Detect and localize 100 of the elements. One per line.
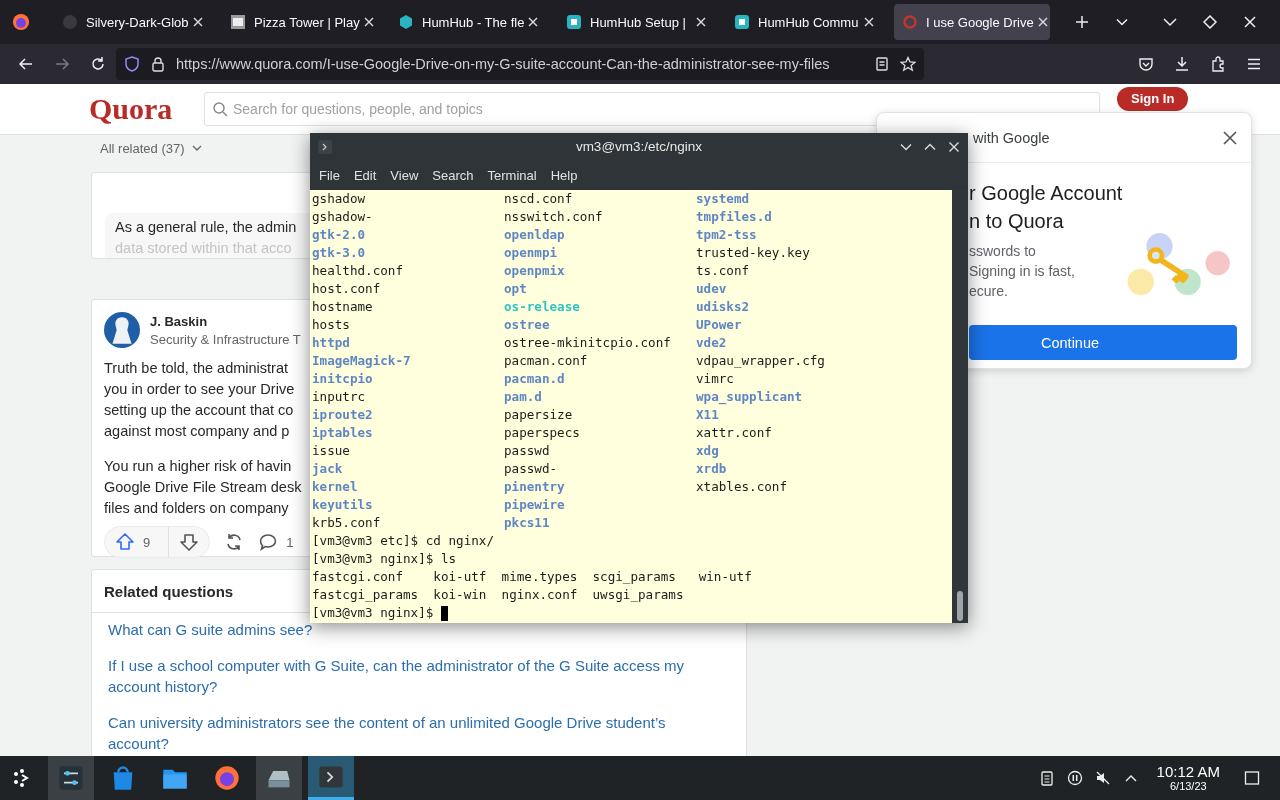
taskbar-app[interactable]	[48, 756, 94, 800]
browser-tab[interactable]: HumHub Setup |	[558, 4, 714, 40]
extensions-icon[interactable]	[1210, 56, 1226, 72]
show-desktop-icon[interactable]	[1244, 770, 1260, 786]
download-icon[interactable]	[1174, 56, 1190, 72]
file-name: hostname	[312, 298, 374, 316]
pause-icon[interactable]	[1066, 770, 1083, 786]
reader-icon[interactable]	[874, 56, 890, 72]
menu-item[interactable]: Search	[425, 167, 481, 183]
minimize-icon[interactable]	[1163, 15, 1177, 29]
file-name: fastcgi_params	[312, 586, 419, 604]
browser-tab[interactable]: HumHub - The fle	[390, 4, 546, 40]
lock-icon	[150, 56, 166, 72]
avatar-icon[interactable]	[104, 312, 140, 348]
file-name: pipewire	[504, 496, 566, 514]
comment-button[interactable]: 1	[258, 532, 294, 552]
file-name: papersize	[504, 406, 574, 424]
favicon-icon	[230, 14, 246, 30]
file-name: scgi_params	[592, 568, 677, 586]
continue-button[interactable]: Continue	[969, 325, 1237, 360]
answer-paragraph: You run a higher risk of havin Google Drive File Stream desk files and folders on company	[104, 457, 302, 518]
file-name: hosts	[312, 316, 351, 334]
file-name: paperspecs	[504, 424, 581, 442]
search-icon	[212, 101, 228, 117]
question-link[interactable]: What can G suite admins see?	[108, 619, 730, 640]
text-cursor	[440, 605, 448, 621]
menu-item[interactable]: Edit	[346, 167, 384, 183]
reload-icon[interactable]	[90, 56, 106, 72]
file-name: httpd	[312, 334, 351, 352]
file-name: ts.conf	[696, 262, 751, 280]
file-name: initcpio	[312, 370, 374, 388]
file-name: passwd	[504, 442, 551, 460]
command-line: [vm3@vm3 nginx]$ ls	[312, 550, 457, 568]
clock-date[interactable]: 6/13/23	[1169, 780, 1207, 793]
file-name: nscd.conf	[504, 190, 574, 208]
file-name: openldap	[504, 226, 566, 244]
file-name: keyutils	[312, 496, 374, 514]
file-name: UPower	[696, 316, 743, 334]
file-name: trusted-key.key	[696, 244, 811, 262]
browser-tab[interactable]: I use Google Drive	[894, 4, 1050, 40]
menu-item[interactable]: File	[312, 167, 347, 183]
browser-tab[interactable]: Silvery-Dark-Glob	[54, 4, 210, 40]
file-name: wpa_supplicant	[696, 388, 804, 406]
file-name: fastcgi.conf	[312, 568, 404, 586]
upvote-button[interactable]: 9	[115, 532, 151, 552]
file-name: xattr.conf	[696, 424, 773, 442]
file-name: koi-win	[433, 586, 487, 604]
clipboard-icon[interactable]	[1038, 770, 1055, 786]
menu-item[interactable]: View	[383, 167, 426, 183]
file-name: pacman.conf	[504, 352, 589, 370]
taskbar-app[interactable]	[256, 756, 302, 800]
file-name: os-release	[504, 298, 581, 316]
author-credential: Security & Infrastructure T	[150, 331, 301, 347]
file-name: inputrc	[312, 388, 367, 406]
file-name: gshadow-	[312, 208, 374, 226]
file-name: openpmix	[504, 262, 566, 280]
clock-time[interactable]: 10:12 AM	[1156, 763, 1220, 780]
favicon-icon	[902, 14, 918, 30]
firefox-icon	[213, 764, 241, 792]
dialog-heading: n to Quora	[969, 209, 1065, 234]
scrollbar[interactable]	[952, 190, 968, 623]
menu-item[interactable]: Terminal	[480, 167, 544, 183]
star-icon[interactable]	[900, 56, 916, 72]
command-line: [vm3@vm3 etc]$ cd nginx/	[312, 532, 494, 550]
firefox-icon[interactable]	[12, 13, 30, 31]
muted-speaker-icon[interactable]	[1094, 770, 1111, 786]
url-field[interactable]: https://www.quora.com/I-use-Google-Drive-on-my-G-suite-account-Can-the-administrator-see-my-files	[116, 48, 924, 80]
prompt: [vm3@vm3 nginx]$	[312, 604, 434, 622]
downvote-icon[interactable]	[179, 532, 200, 552]
file-name: vdpau_wrapper.cfg	[696, 352, 826, 370]
file-name: udisks2	[696, 298, 751, 316]
search-field[interactable]: Search for questions, people, and topics	[204, 92, 1100, 126]
file-name: gtk-2.0	[312, 226, 367, 244]
browser-tab[interactable]: HumHub Commu	[726, 4, 882, 40]
filter-dropdown[interactable]: All related (37)	[91, 135, 203, 161]
file-name: iptables	[312, 424, 374, 442]
quora-logo[interactable]: Quora	[89, 92, 204, 126]
close-icon[interactable]	[1223, 130, 1237, 145]
menu-item[interactable]: Help	[543, 167, 585, 183]
sign-in-button[interactable]: Sign In	[1117, 87, 1189, 111]
terminal-icon[interactable]	[318, 139, 332, 154]
pocket-icon[interactable]	[1138, 56, 1154, 72]
plus-icon[interactable]	[1075, 15, 1089, 29]
maximize-icon[interactable]	[1203, 15, 1217, 29]
window-title: vm3@vm3:/etc/nginx	[575, 139, 703, 154]
question-link[interactable]: Can university administrators see the content of an unlimited Google Drive student’s account?	[108, 712, 730, 754]
back-icon[interactable]	[18, 56, 34, 72]
author-name[interactable]: J. Baskin	[150, 313, 208, 329]
file-name: mime.types	[501, 568, 578, 586]
menu-icon[interactable]	[1246, 56, 1262, 72]
question-link[interactable]: If I use a school computer with G Suite, can the administrator of the G Suite access my account history?	[108, 655, 730, 697]
file-name: tmpfiles.d	[696, 208, 773, 226]
file-name: X11	[696, 406, 720, 424]
file-name: gtk-3.0	[312, 244, 367, 262]
file-name: issue	[312, 442, 351, 460]
file-name: xdg	[696, 442, 720, 460]
taskbar-app[interactable]	[308, 756, 354, 800]
file-name: nginx.conf	[501, 586, 578, 604]
browser-tab[interactable]: Pizza Tower | Play	[222, 4, 378, 40]
file-name: pacman.d	[504, 370, 566, 388]
